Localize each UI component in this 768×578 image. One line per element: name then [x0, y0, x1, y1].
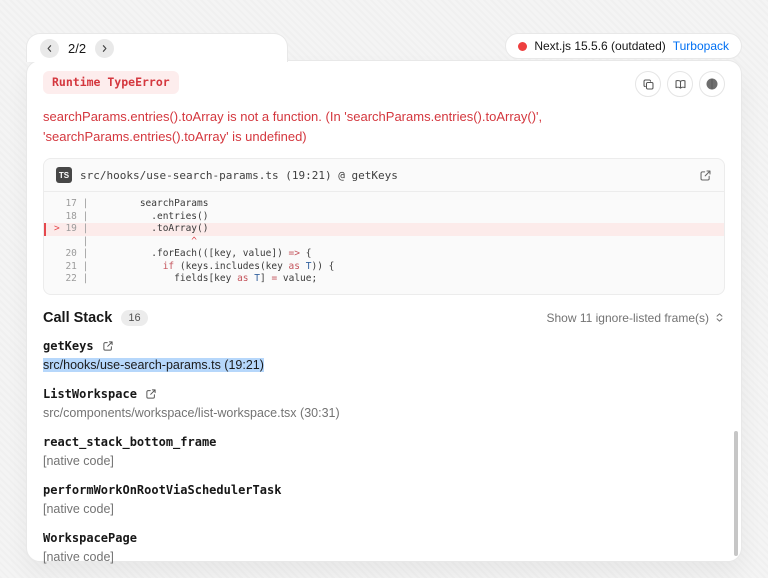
code-token: as — [237, 273, 248, 286]
line-number: 22 | — [65, 273, 94, 286]
code-frame-path: src/hooks/use-search-params.ts (19:21) @… — [80, 169, 398, 182]
frame-source-location: src/components/workspace/list-workspace.… — [43, 406, 725, 420]
scrollbar-thumb[interactable] — [734, 431, 738, 556]
frame-source-location: [native code] — [43, 502, 725, 516]
error-line-marker: > — [54, 223, 65, 236]
frame-function-name: performWorkOnRootViaSchedulerTask — [43, 483, 281, 497]
frame-source-location: [native code] — [43, 454, 725, 468]
line-number: 21 | — [65, 261, 94, 274]
dev-overlay-page: 2/2 Next.js 15.5.6 (outdated) Turbopack … — [0, 0, 768, 578]
error-pager-label: 2/2 — [68, 41, 86, 56]
line-marker-spacer — [54, 273, 65, 286]
turbopack-link[interactable]: Turbopack — [673, 39, 729, 53]
code-token: (keys.includes(key — [174, 261, 288, 274]
line-number: 17 | — [65, 198, 94, 211]
nodejs-icon — [705, 77, 719, 91]
call-stack-title: Call Stack — [43, 310, 112, 326]
frame-open-source-button[interactable] — [145, 388, 157, 400]
line-marker-spacer — [54, 211, 65, 224]
frame-source-location: src/hooks/use-search-params.ts (19:21) — [43, 358, 725, 372]
code-token: ^ — [191, 236, 197, 249]
stack-frame: react_stack_bottom_frame [native code] — [43, 428, 725, 476]
typescript-file-icon: TS — [56, 167, 72, 183]
code-token: .entries() — [94, 211, 208, 224]
line-marker-spacer — [54, 198, 65, 211]
line-marker-spacer — [54, 248, 65, 261]
copy-icon — [642, 78, 655, 91]
code-token: .forEach(([key, value]) — [94, 248, 288, 261]
code-token: { — [300, 248, 311, 261]
line-number: 19 | — [65, 223, 94, 236]
error-overlay-card: Runtime TypeError searchParams.entries()… — [26, 60, 742, 562]
previous-error-button[interactable] — [40, 39, 59, 58]
code-token — [94, 261, 163, 274]
code-token: ] — [260, 273, 271, 286]
callstack-frames: getKeys src/hooks/use-search-params.ts (1… — [43, 332, 725, 572]
call-stack-header: Call Stack 16 Show 11 ignore-listed fram… — [43, 310, 725, 326]
chevron-right-icon — [100, 44, 109, 53]
line-number: 20 | — [65, 248, 94, 261]
code-token: searchParams — [94, 198, 208, 211]
code-frame-header: TS src/hooks/use-search-params.ts (19:21… — [44, 159, 724, 192]
code-line: 18 | .entries() — [44, 211, 724, 224]
error-pagination-tab: 2/2 — [26, 33, 288, 62]
line-marker-spacer — [54, 236, 65, 249]
stack-frame: performWorkOnRootViaSchedulerTask [native… — [43, 476, 725, 524]
stack-frame: WorkspacePage [native code] — [43, 524, 725, 572]
error-status-dot — [518, 42, 527, 51]
chevron-left-icon — [45, 44, 54, 53]
call-stack-count-badge: 16 — [121, 310, 147, 326]
version-pill: Next.js 15.5.6 (outdated) Turbopack — [505, 33, 742, 59]
code-token — [94, 236, 191, 249]
error-message: searchParams.entries().toArray is not a … — [43, 107, 725, 147]
code-lines: 17 | searchParams 18 | .entries()> 19 | … — [44, 192, 724, 294]
frame-open-source-button[interactable] — [102, 340, 114, 352]
external-link-icon — [145, 388, 157, 400]
external-link-icon — [699, 169, 712, 182]
code-token: => — [289, 248, 300, 261]
code-frame: TS src/hooks/use-search-params.ts (19:21… — [43, 158, 725, 295]
frame-function-name: react_stack_bottom_frame — [43, 435, 216, 449]
code-token: if — [163, 261, 174, 274]
next-error-button[interactable] — [95, 39, 114, 58]
code-line: 21 | if (keys.includes(key as T)) { — [44, 261, 724, 274]
code-token: fields[key — [94, 273, 237, 286]
frame-function-name: WorkspacePage — [43, 531, 137, 545]
stack-frame: ListWorkspace src/components/workspace/li… — [43, 380, 725, 428]
line-marker-spacer — [54, 261, 65, 274]
error-type-badge: Runtime TypeError — [43, 71, 179, 94]
code-token: .toArray() — [94, 223, 208, 236]
ignore-listed-toggle-label: Show 11 ignore-listed frame(s) — [546, 311, 709, 325]
code-token: as — [289, 261, 300, 274]
error-docs-button[interactable] — [667, 71, 693, 97]
code-line: > 19 | .toArray() — [44, 223, 724, 236]
code-line: 20 | .forEach(([key, value]) => { — [44, 248, 724, 261]
code-token: value; — [277, 273, 317, 286]
code-token: )) { — [311, 261, 334, 274]
chevron-up-down-icon — [714, 312, 725, 323]
frame-source-location: [native code] — [43, 550, 725, 564]
ignore-listed-toggle[interactable]: Show 11 ignore-listed frame(s) — [546, 311, 725, 325]
line-number: | — [65, 236, 94, 249]
external-link-icon — [102, 340, 114, 352]
code-line: | ^ — [44, 236, 724, 249]
copy-stack-button[interactable] — [635, 71, 661, 97]
error-toolbar — [635, 71, 725, 97]
stack-frame: getKeys src/hooks/use-search-params.ts (1… — [43, 332, 725, 380]
nextjs-version-label: Next.js 15.5.6 (outdated) — [534, 39, 665, 53]
code-line: 17 | searchParams — [44, 198, 724, 211]
frame-function-name: getKeys — [43, 339, 94, 353]
code-line: 22 | fields[key as T] = value; — [44, 273, 724, 286]
frame-function-name: ListWorkspace — [43, 387, 137, 401]
selected-text: src/hooks/use-search-params.ts (19:21) — [43, 358, 264, 372]
docs-book-icon — [674, 78, 687, 91]
line-number: 18 | — [65, 211, 94, 224]
error-header-row: Runtime TypeError — [43, 71, 725, 97]
nodejs-inspector-button[interactable] — [699, 71, 725, 97]
open-in-editor-button[interactable] — [699, 169, 712, 182]
